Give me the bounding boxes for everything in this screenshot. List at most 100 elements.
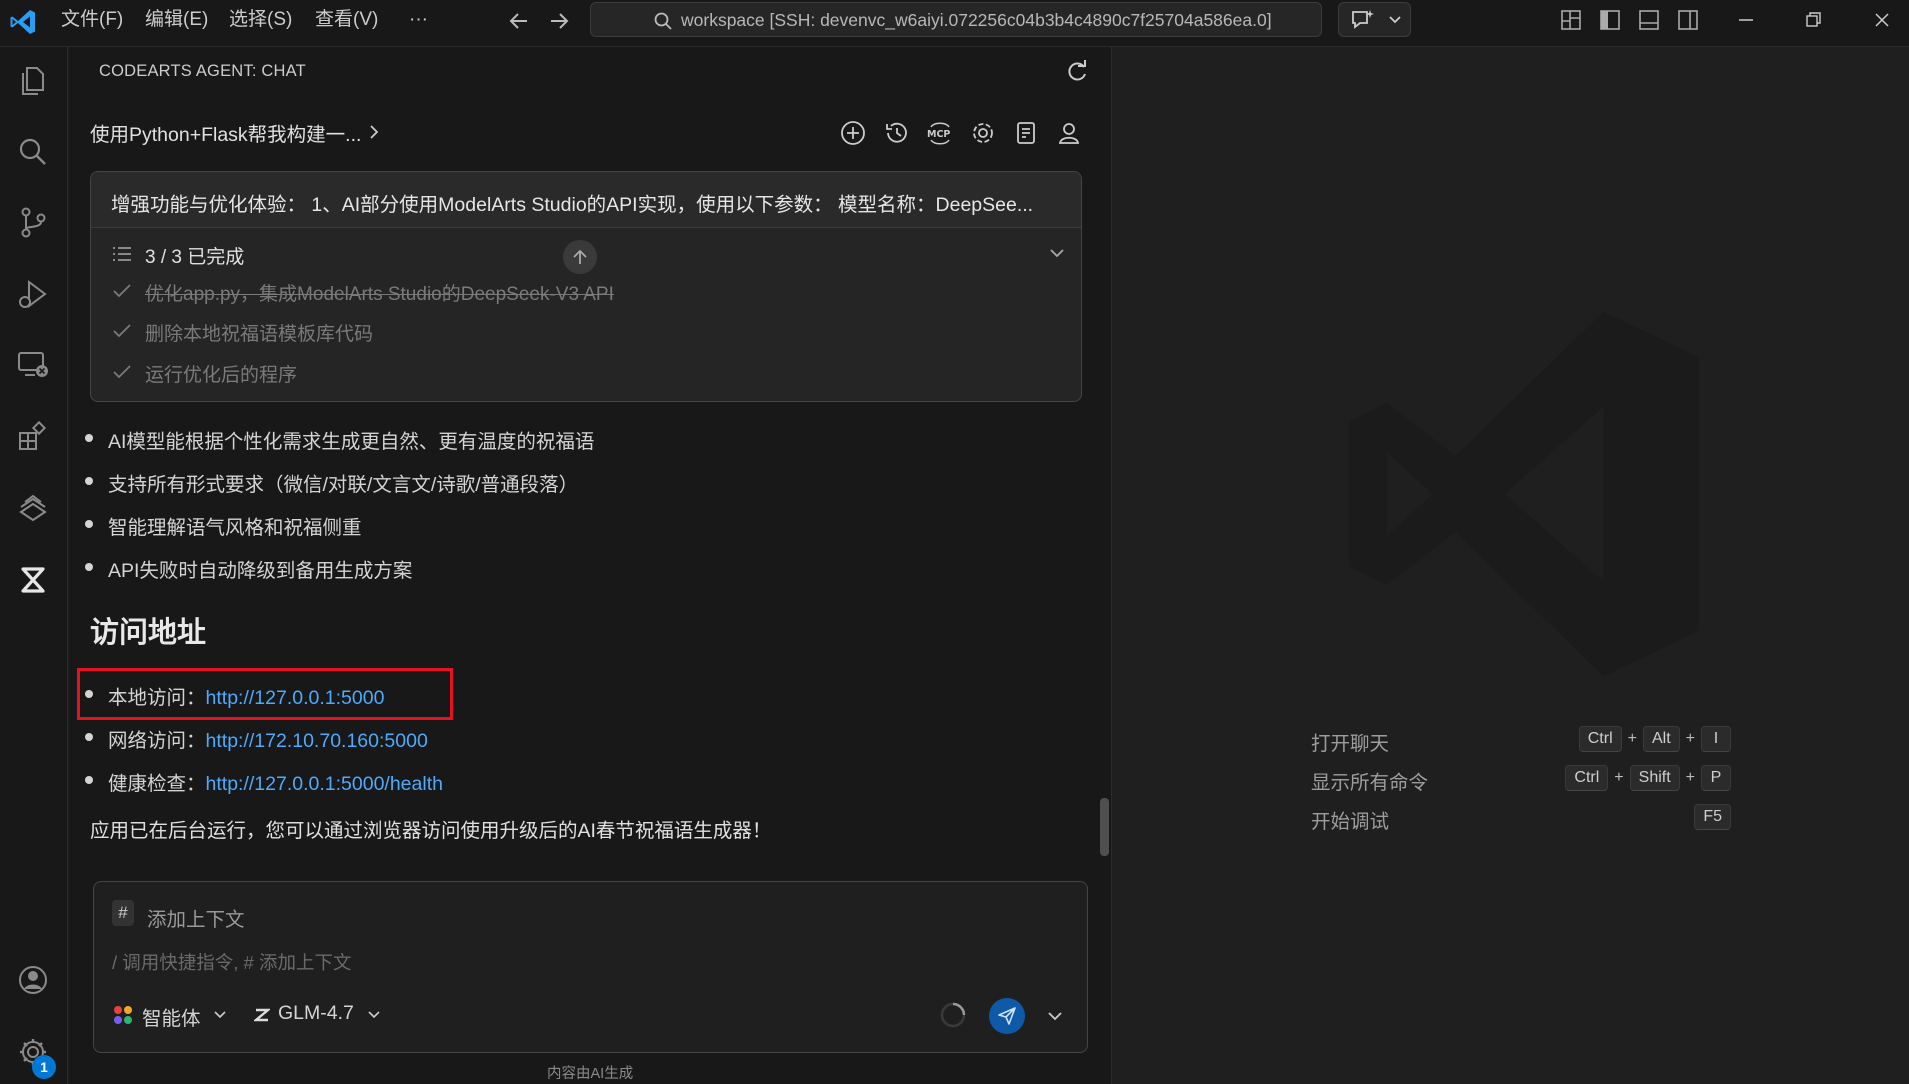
ai-disclaimer: 内容由AI生成 (547, 1066, 634, 1082)
task-item: 优化app.py，集成ModelArts Studio的DeepSeek-V3 … (145, 284, 614, 305)
feature-item: 智能理解语气风格和祝福侧重 (85, 511, 362, 540)
toggle-panel-icon[interactable] (1634, 6, 1664, 34)
highlight-box (77, 668, 453, 720)
menu-more[interactable]: ··· (409, 8, 428, 32)
shortcut-keys: Ctrl + Shift + P (1565, 765, 1731, 791)
toggle-secondary-sidebar-icon[interactable] (1673, 6, 1703, 34)
chevron-down-icon[interactable] (1046, 242, 1068, 264)
command-center-search[interactable]: workspace [SSH: devenvc_w6aiyi.072256c04… (590, 2, 1322, 37)
chat-toggle-button[interactable] (1338, 2, 1411, 37)
accounts-icon[interactable] (13, 960, 53, 1000)
chat-input-box: # 添加上下文 / 调用快捷指令, # 添加上下文 智能体 GLM-4.7 (93, 881, 1088, 1053)
chevron-down-icon (1389, 16, 1401, 24)
activity-bar: 1 (0, 47, 68, 1084)
final-message: 应用已在后台运行，您可以通过浏览器访问使用升级后的AI春节祝福语生成器！ (90, 820, 772, 842)
settings-update-badge: 1 (32, 1055, 56, 1079)
loading-spinner-icon (940, 1002, 966, 1028)
refresh-icon[interactable] (1064, 59, 1090, 85)
toggle-primary-sidebar-icon[interactable] (1595, 6, 1625, 34)
access-label: 网络访问： (108, 730, 206, 752)
forward-arrow-icon[interactable] (543, 7, 575, 35)
key: Alt (1642, 726, 1680, 752)
chat-input-field[interactable]: / 调用快捷指令, # 添加上下文 (112, 949, 352, 975)
workspace-label: workspace [SSH: devenvc_w6aiyi.072256c04… (681, 10, 1272, 30)
send-icon (998, 1007, 1016, 1025)
vscode-logo-icon (10, 10, 35, 34)
remote-explorer-icon[interactable] (13, 344, 53, 384)
chevron-down-icon (368, 1011, 380, 1019)
extensions-icon[interactable] (13, 416, 53, 456)
agent-logo-icon (114, 1006, 132, 1024)
zhipu-logo-icon (254, 1008, 270, 1022)
mcp-icon[interactable]: MCP (925, 118, 955, 148)
key: Shift (1629, 765, 1680, 791)
explorer-icon[interactable] (13, 60, 53, 100)
back-arrow-icon[interactable] (503, 7, 535, 35)
minimize-icon[interactable] (1731, 6, 1761, 34)
menu-file[interactable]: 文件(F) (61, 8, 123, 32)
run-debug-icon[interactable] (13, 274, 53, 314)
notes-icon[interactable] (1011, 118, 1041, 148)
access-heading: 访问地址 (90, 617, 207, 649)
access-item-network: 网络访问：http://172.10.70.160:5000 (85, 724, 428, 753)
search-icon (654, 12, 672, 30)
key: Ctrl (1565, 765, 1609, 791)
menu-edit[interactable]: 编辑(E) (145, 8, 208, 32)
conversation-title[interactable]: 使用Python+Flask帮我构建一... (90, 118, 361, 147)
agent-label: 智能体 (142, 1008, 201, 1030)
settings-icon[interactable] (968, 118, 998, 148)
shortcut-label: 显示所有命令 (1311, 772, 1429, 794)
menu-view[interactable]: 查看(V) (315, 8, 378, 32)
editor-area: 打开聊天 Ctrl + Alt + I 显示所有命令 Ctrl + Shift … (1113, 47, 1909, 1084)
health-url-link[interactable]: http://127.0.0.1:5000/health (206, 773, 443, 795)
customize-layout-icon[interactable] (1556, 6, 1586, 34)
new-chat-icon[interactable] (838, 118, 868, 148)
task-item: 删除本地祝福语模板库代码 (145, 324, 374, 345)
chevron-right-icon[interactable] (365, 121, 383, 143)
access-item-health: 健康检查：http://127.0.0.1:5000/health (85, 767, 443, 796)
close-window-icon[interactable] (1867, 6, 1897, 34)
codearts-agent-icon[interactable] (13, 560, 53, 600)
chat-sparkle-icon (1352, 10, 1374, 29)
check-icon (113, 324, 131, 338)
restore-icon[interactable] (1798, 6, 1828, 34)
user-profile-icon[interactable] (1054, 118, 1084, 148)
search-icon[interactable] (13, 132, 53, 172)
chat-panel: CODEARTS AGENT: CHAT 使用Python+Flask帮我构建一… (69, 47, 1112, 1084)
key: I (1701, 726, 1731, 752)
check-icon (113, 284, 131, 298)
add-context-chip[interactable]: # (112, 900, 134, 926)
key: F5 (1694, 804, 1731, 830)
access-label: 健康检查： (108, 773, 206, 795)
shortcut-label: 开始调试 (1311, 811, 1390, 833)
task-progress: 3 / 3 已完成 (145, 247, 245, 268)
title-bar: 文件(F) 编辑(E) 选择(S) 查看(V) ··· workspace [S… (0, 0, 1909, 47)
task-card-header[interactable]: 增强功能与优化体验： 1、AI部分使用ModelArts Studio的API实… (91, 172, 1081, 228)
task-item: 运行优化后的程序 (145, 365, 298, 386)
svg-text:MCP: MCP (927, 129, 950, 140)
shortcut-keys: F5 (1694, 804, 1731, 830)
list-icon (113, 247, 131, 261)
source-control-icon[interactable] (13, 202, 53, 242)
send-button[interactable] (989, 998, 1025, 1034)
check-icon (113, 365, 131, 379)
feature-item: AI模型能根据个性化需求生成更自然、更有温度的祝福语 (84, 425, 594, 454)
panel-title: CODEARTS AGENT: CHAT (99, 62, 306, 80)
cloud-stack-icon[interactable] (13, 488, 53, 528)
task-card: 增强功能与优化体验： 1、AI部分使用ModelArts Studio的API实… (90, 171, 1082, 402)
model-label: GLM-4.7 (278, 1002, 354, 1024)
network-url-link[interactable]: http://172.10.70.160:5000 (206, 730, 428, 752)
chevron-down-icon (214, 1011, 226, 1019)
menu-selection[interactable]: 选择(S) (229, 8, 292, 32)
feature-item: 支持所有形式要求（微信/对联/文言文/诗歌/普通段落） (84, 468, 578, 497)
scrollbar-thumb[interactable] (1100, 798, 1109, 856)
add-context-label[interactable]: 添加上下文 (147, 903, 245, 932)
history-icon[interactable] (882, 118, 912, 148)
scroll-up-button[interactable] (563, 240, 597, 274)
task-card-header-text: 增强功能与优化体验： 1、AI部分使用ModelArts Studio的API实… (111, 194, 1034, 216)
key: P (1701, 765, 1731, 791)
vscode-watermark-icon (1349, 311, 1699, 677)
shortcut-keys: Ctrl + Alt + I (1578, 726, 1731, 752)
arrow-up-icon (573, 249, 587, 264)
chevron-down-icon[interactable] (1045, 1006, 1065, 1026)
